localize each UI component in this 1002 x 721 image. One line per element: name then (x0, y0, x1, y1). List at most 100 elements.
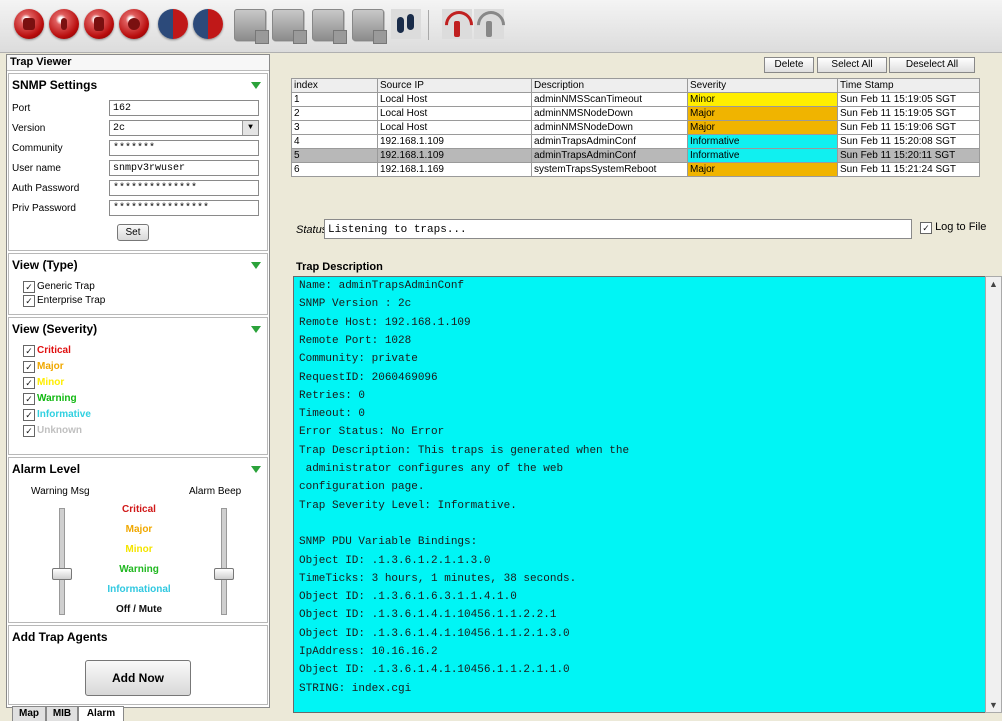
description-line: Remote Host: 192.168.1.109 (299, 316, 471, 329)
antenna-off-icon[interactable] (471, 5, 511, 45)
scroll-up-icon[interactable]: ▲ (986, 277, 1001, 291)
collapse-icon[interactable] (251, 262, 261, 269)
table-cell-index: 6 (291, 162, 378, 177)
checkmark-icon[interactable]: ✓ (23, 393, 35, 405)
tab-alarm[interactable]: Alarm (78, 706, 124, 721)
user-input[interactable]: snmpv3rwuser (109, 160, 259, 176)
auth-password-input[interactable]: ************** (109, 180, 259, 196)
collapse-icon[interactable] (251, 82, 261, 89)
alarm-level-label: Informational (107, 584, 171, 595)
table-row[interactable]: 6 192.168.1.169 systemTrapsSystemReboot Maj… (291, 162, 980, 177)
table-row[interactable]: 5 192.168.1.109 adminTrapsAdminConf Informa… (291, 148, 980, 163)
record-icon[interactable] (14, 9, 44, 39)
description-scrollbar[interactable]: ▲ ▼ (985, 276, 1002, 713)
port-input[interactable]: 162 (109, 100, 259, 116)
version-select[interactable]: 2c ▼ (109, 120, 259, 136)
priv-password-input[interactable]: **************** (109, 200, 259, 216)
description-line: Trap Severity Level: Informative. (299, 499, 517, 512)
collapse-icon[interactable] (251, 466, 261, 473)
alarm-beep-label: Alarm Beep (189, 486, 242, 497)
trap-description-text[interactable]: Name: adminTrapsAdminConf SNMP Version : … (293, 276, 987, 713)
table-cell-ip: Local Host (377, 120, 532, 135)
community-input[interactable]: ******* (109, 140, 259, 156)
checkmark-icon[interactable]: ✓ (23, 377, 35, 389)
alarm-level-label: Critical (122, 504, 156, 515)
user-label: User name (12, 163, 61, 174)
description-line: Error Status: No Error (299, 426, 445, 439)
checkmark-icon[interactable]: ✓ (23, 409, 35, 421)
clear-icon[interactable] (119, 9, 149, 39)
view-severity-section: View (Severity) ✓ Critical ✓ Major ✓ Minor ✓ Wa… (8, 317, 268, 455)
delete-button[interactable]: Delete (764, 57, 814, 73)
description-line: Object ID: .1.3.6.1.4.1.10456.1.1.2.2.1 (299, 609, 557, 622)
deselect-all-button[interactable]: Deselect All (889, 57, 975, 73)
severity-icon[interactable] (193, 9, 223, 39)
beep-slider-track[interactable] (221, 508, 227, 615)
set-button[interactable]: Set (117, 224, 149, 241)
section-heading: Alarm Level (12, 462, 81, 476)
beep-slider-thumb[interactable] (214, 568, 234, 580)
footprints-icon[interactable] (391, 9, 421, 39)
warning-slider-thumb[interactable] (52, 568, 72, 580)
pause-icon[interactable] (84, 9, 114, 39)
checkmark-icon[interactable]: ✓ (920, 222, 932, 234)
trap-table: index Source IP Description Severity Tim… (291, 78, 980, 177)
dropdown-arrow-icon[interactable]: ▼ (242, 121, 258, 135)
column-header[interactable]: Description (531, 78, 688, 93)
description-line: Name: adminTrapsAdminConf (299, 280, 465, 292)
checkmark-icon[interactable]: ✓ (23, 345, 35, 357)
trap-delete-icon[interactable] (352, 9, 387, 44)
table-cell-index: 5 (291, 148, 378, 163)
table-cell-time: Sun Feb 11 15:20:11 SGT (837, 148, 980, 163)
log-to-file-checkbox[interactable]: ✓ Log to File (920, 221, 986, 234)
table-cell-index: 3 (291, 120, 378, 135)
checkmark-icon[interactable]: ✓ (23, 295, 35, 307)
section-heading: View (Severity) (12, 322, 98, 336)
priv-row: Priv Password **************** (12, 200, 262, 218)
table-cell-time: Sun Feb 11 15:21:24 SGT (837, 162, 980, 177)
table-cell-ip: 192.168.1.169 (377, 162, 532, 177)
port-label: Port (12, 103, 31, 114)
table-row[interactable]: 2 Local Host adminNMSNodeDown Major Sun Feb … (291, 106, 980, 121)
trap-edit-icon[interactable] (312, 9, 347, 44)
section-heading: View (Type) (12, 258, 78, 272)
column-header[interactable]: index (291, 78, 378, 93)
tab-mib[interactable]: MIB (46, 706, 78, 721)
alarm-level-label: Warning (119, 564, 159, 575)
collapse-icon[interactable] (251, 326, 261, 333)
select-all-button[interactable]: Select All (817, 57, 887, 73)
description-line: SNMP PDU Variable Bindings: (299, 536, 478, 549)
trap-list-icon[interactable] (234, 9, 269, 44)
tab-map[interactable]: Map (12, 706, 46, 721)
description-line: Object ID: .1.3.6.1.6.3.1.1.4.1.0 (299, 591, 517, 604)
alarm-level-label: Minor (125, 544, 153, 555)
scroll-down-icon[interactable]: ▼ (986, 698, 1001, 712)
table-cell-time: Sun Feb 11 15:19:05 SGT (837, 92, 980, 107)
table-cell-index: 2 (291, 106, 378, 121)
description-line: Trap Description: This traps is generate… (299, 444, 630, 457)
add-now-button[interactable]: Add Now (85, 660, 191, 696)
trap-description-title: Trap Description (296, 261, 383, 273)
description-line: Retries: 0 (299, 389, 366, 402)
toolbar (0, 0, 1002, 53)
checkmark-icon[interactable]: ✓ (23, 361, 35, 373)
description-line: RequestID: 2060469096 (299, 371, 438, 384)
description-line: STRING: index.cgi (299, 682, 412, 695)
description-line: administrator configures any of the web (299, 463, 564, 475)
column-header[interactable]: Source IP (377, 78, 532, 93)
trap-add-icon[interactable] (272, 9, 307, 44)
column-header[interactable]: Time Stamp (837, 78, 980, 93)
table-row[interactable]: 3 Local Host adminNMSNodeDown Major Sun Feb … (291, 120, 980, 135)
snmp-settings-section: SNMP Settings Port 162 Version 2c ▼ Commu… (8, 73, 268, 251)
stop-icon[interactable] (49, 9, 79, 39)
checkmark-icon[interactable]: ✓ (23, 425, 35, 437)
checkmark-icon[interactable]: ✓ (23, 281, 35, 293)
column-header[interactable]: Severity (687, 78, 838, 93)
status-field: Listening to traps... (324, 219, 912, 239)
antenna-icon[interactable] (439, 5, 479, 45)
description-line: IpAddress: 10.16.16.2 (299, 646, 438, 658)
table-row[interactable]: 4 192.168.1.109 adminTrapsAdminConf Informa… (291, 134, 980, 149)
table-row[interactable]: 1 Local Host adminNMSScanTimeout Minor Sun F… (291, 92, 980, 107)
warning-slider-track[interactable] (59, 508, 65, 615)
filter-icon[interactable] (158, 9, 188, 39)
